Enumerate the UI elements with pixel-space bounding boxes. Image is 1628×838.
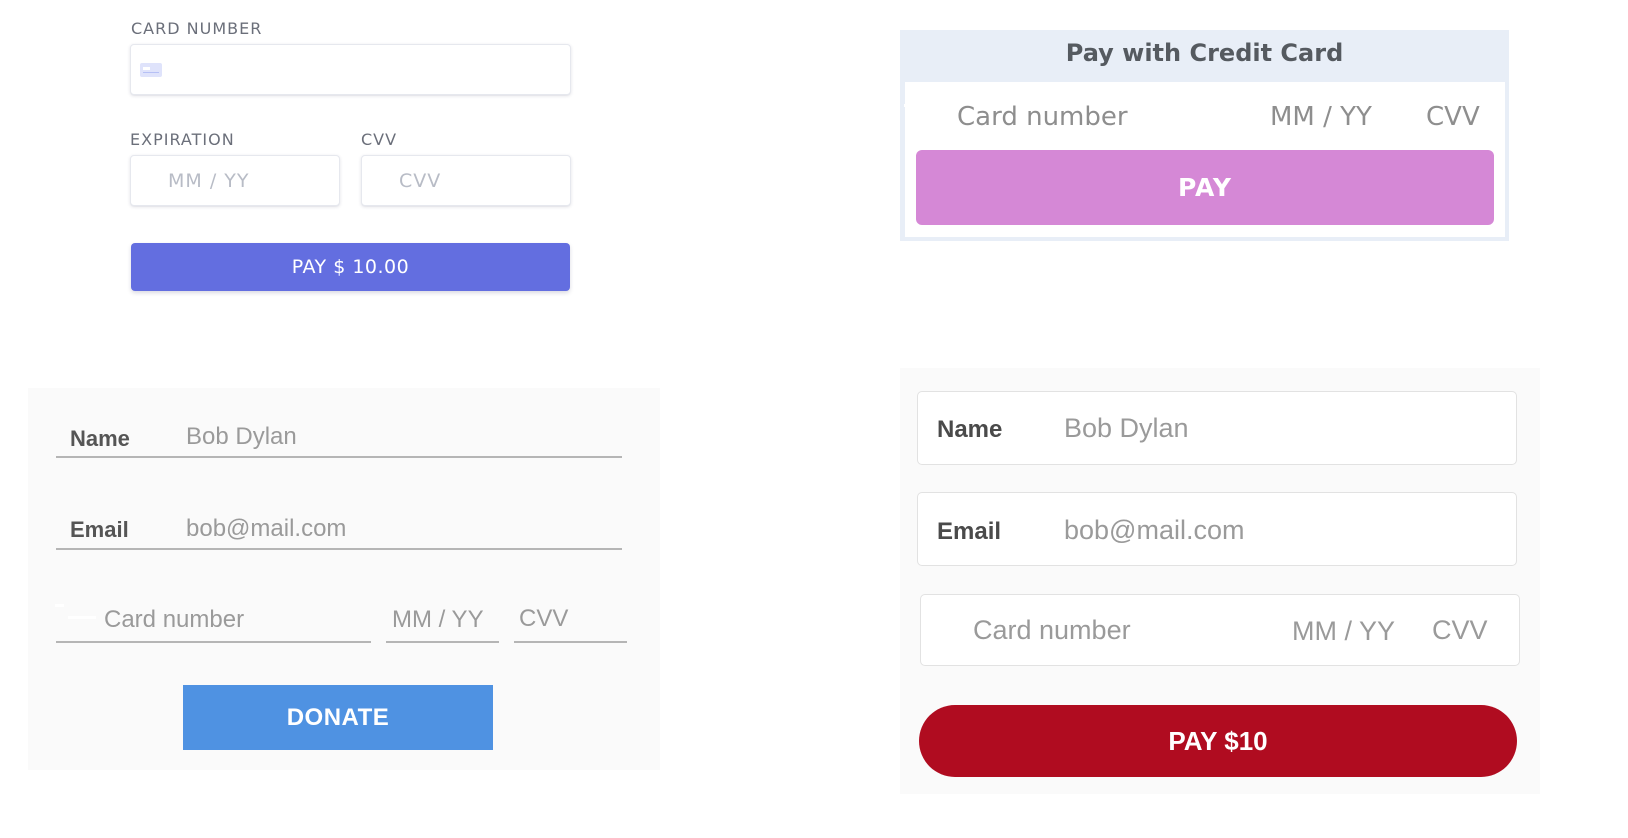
cvv-label: CVV — [361, 130, 398, 149]
cvv-field[interactable]: CVV — [1426, 102, 1480, 132]
credit-card-payment-form: Pay with Credit Card Card number MM / YY… — [900, 30, 1509, 241]
cvv-placeholder: CVV — [399, 169, 442, 192]
expiration-placeholder: MM / YY — [168, 169, 250, 192]
name-input[interactable]: Bob Dylan — [186, 423, 297, 451]
donate-button[interactable]: DONATE — [183, 685, 493, 750]
credit-card-icon — [140, 62, 162, 77]
expiration-field[interactable]: MM / YY — [1270, 102, 1372, 132]
pay-button[interactable]: PAY $10 — [919, 705, 1517, 777]
cvv-input[interactable]: CVV — [1432, 615, 1488, 646]
pay-button[interactable]: PAY $ 10.00 — [131, 243, 570, 291]
pay-button[interactable]: PAY — [916, 150, 1494, 225]
expiration-input[interactable]: MM / YY — [392, 606, 484, 634]
donate-form: Name Bob Dylan Email bob@mail.com Card n… — [28, 388, 660, 770]
cvv-input[interactable]: CVV — [519, 605, 568, 633]
expiration-field[interactable]: MM / YY — [130, 155, 340, 206]
email-input[interactable]: bob@mail.com — [186, 515, 346, 543]
card-number-field[interactable]: Card number — [957, 102, 1128, 132]
email-field[interactable]: Email bob@mail.com — [917, 492, 1517, 566]
email-label: Email — [937, 518, 1002, 545]
name-field[interactable]: Name Bob Dylan — [917, 391, 1517, 465]
card-number-underline — [56, 641, 371, 643]
card-number-input[interactable]: Card number — [104, 606, 244, 634]
card-number-field[interactable] — [130, 44, 571, 95]
form-title: Pay with Credit Card — [1065, 39, 1344, 67]
basic-payment-form: CARD NUMBER EXPIRATION CVV MM / YY CVV P… — [130, 14, 572, 304]
card-number-label: CARD NUMBER — [131, 19, 263, 38]
name-input[interactable]: Bob Dylan — [1064, 413, 1189, 444]
email-input[interactable]: bob@mail.com — [1064, 515, 1244, 546]
name-label: Name — [937, 416, 1003, 443]
email-label: Email — [70, 517, 129, 542]
name-label: Name — [70, 426, 130, 451]
name-underline — [56, 456, 622, 458]
card-number-input[interactable]: Card number — [973, 615, 1131, 646]
card-field[interactable]: Card number MM / YY CVV — [920, 594, 1520, 666]
expiration-label: EXPIRATION — [130, 130, 235, 149]
expiration-underline — [386, 641, 499, 643]
expiration-input[interactable]: MM / YY — [1292, 616, 1395, 647]
email-underline — [56, 548, 622, 550]
cvv-underline — [514, 641, 627, 643]
card-panel: Card number MM / YY CVV PAY — [905, 82, 1505, 237]
cvv-field[interactable]: CVV — [361, 155, 571, 206]
pay-form: Name Bob Dylan Email bob@mail.com Card n… — [900, 368, 1540, 794]
